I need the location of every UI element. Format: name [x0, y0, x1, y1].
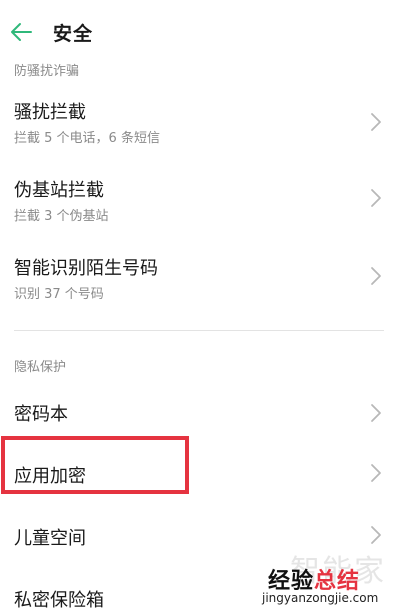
item-subtitle: 识别 37 个号码 [14, 287, 104, 302]
item-label: 伪基站拦截 [14, 180, 104, 201]
menu-item-password-book[interactable]: 密码本 [0, 386, 400, 440]
item-label: 骚扰拦截 [14, 102, 86, 123]
item-label: 智能识别陌生号码 [14, 258, 158, 279]
item-label: 儿童空间 [14, 528, 86, 549]
item-subtitle: 拦截 5 个电话，6 条短信 [14, 131, 160, 146]
chevron-right-icon [371, 113, 381, 131]
chevron-right-icon [371, 526, 381, 544]
watermark-url: jingyanzongjie.com [262, 591, 379, 605]
app-header: 安全 [0, 0, 400, 62]
page-title: 安全 [53, 23, 94, 45]
section-label-anti-harassment: 防骚扰诈骗 [14, 64, 80, 79]
chevron-right-icon [371, 464, 381, 482]
item-label: 应用加密 [14, 466, 86, 487]
section-label-privacy: 隐私保护 [14, 360, 67, 375]
section-divider [14, 330, 384, 331]
item-label: 密码本 [14, 404, 68, 425]
item-subtitle: 拦截 3 个伪基站 [14, 209, 109, 224]
menu-item-smart-identify-unknown-numbers[interactable]: 智能识别陌生号码 识别 37 个号码 [0, 244, 400, 310]
item-label: 私密保险箱 [14, 590, 104, 611]
chevron-right-icon [371, 189, 381, 207]
chevron-right-icon [371, 267, 381, 285]
chevron-right-icon [371, 404, 381, 422]
back-arrow-icon[interactable] [10, 22, 32, 42]
menu-item-fake-base-station-block[interactable]: 伪基站拦截 拦截 3 个伪基站 [0, 166, 400, 232]
menu-item-harassment-block[interactable]: 骚扰拦截 拦截 5 个电话，6 条短信 [0, 88, 400, 154]
menu-item-app-encryption[interactable]: 应用加密 [0, 446, 400, 502]
